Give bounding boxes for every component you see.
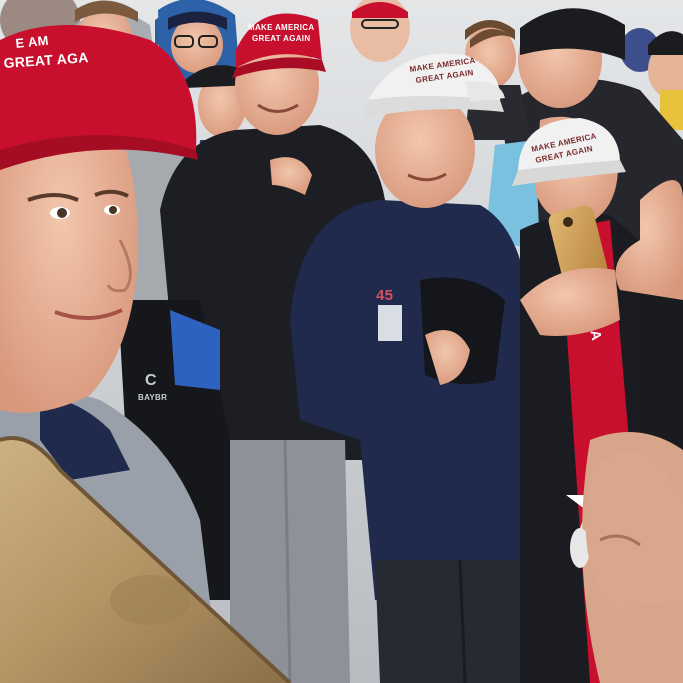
jacket-word: BAYBR <box>138 393 167 402</box>
jacket-letter: C <box>145 372 157 389</box>
center-red-cap-line2: GREAT AGAIN <box>252 34 310 43</box>
hand-foreground-right <box>585 452 683 610</box>
center-red-cap-line1: MAKE AMERICA <box>248 23 314 32</box>
photo-canvas: MAKE AMERICA GREAT AGAIN 45 MAKE AMERICA… <box>0 0 683 683</box>
crowd-photo: MAKE AMERICA GREAT AGAIN 45 MAKE AMERICA… <box>0 0 683 683</box>
hoodie-print: 45 <box>376 287 393 304</box>
